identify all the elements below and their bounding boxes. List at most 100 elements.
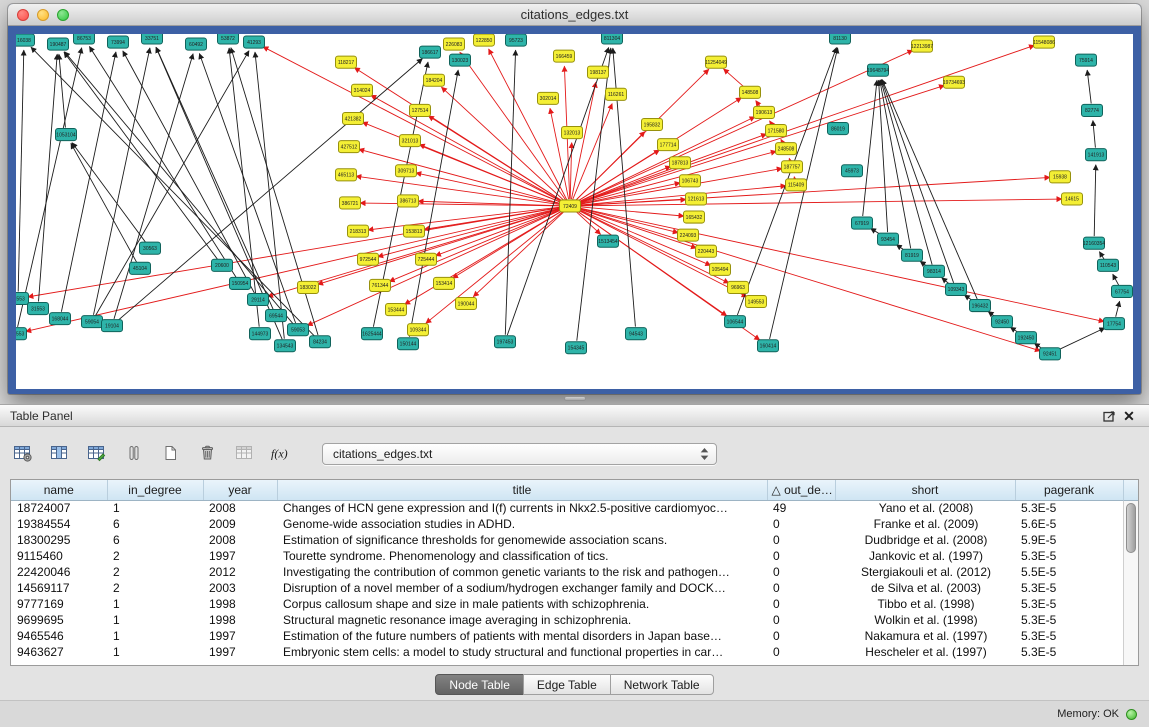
graph-node[interactable]: 386721 [340,197,361,209]
graph-node[interactable]: 81130 [830,34,851,44]
table-row[interactable]: 946554611997Estimation of the future num… [11,628,1123,644]
graph-node[interactable]: 196432 [970,299,991,311]
graph-node[interactable]: 106743 [680,175,701,187]
graph-node[interactable]: 69544 [266,310,287,322]
table-vertical-scrollbar[interactable] [1123,501,1138,665]
graph-node[interactable]: 72409 [560,200,581,212]
float-panel-button[interactable] [1099,408,1119,424]
graph-node[interactable]: 160414 [758,340,779,352]
tab-edge-table[interactable]: Edge Table [523,674,611,695]
graph-node[interactable]: 67919 [852,217,873,229]
graph-node[interactable]: 19648794 [867,64,889,76]
graph-edge[interactable] [31,47,315,337]
graph-node[interactable]: 127514 [410,104,431,116]
column-header-year[interactable]: year [203,480,277,500]
graph-node[interactable]: 314024 [352,84,373,96]
graph-edge[interactable] [71,143,137,262]
graph-node[interactable]: 93454 [878,233,899,245]
graph-node[interactable]: 19734693 [943,76,965,88]
graph-node[interactable]: 465113 [336,169,357,181]
graph-node[interactable]: 811304 [602,34,623,44]
close-window-button[interactable] [17,9,29,21]
graph-node[interactable]: 190613 [754,106,775,118]
graph-node[interactable]: 122850 [474,34,495,46]
graph-edge[interactable] [416,173,563,205]
graph-edge[interactable] [1087,70,1091,103]
graph-node[interactable]: 197453 [495,336,516,348]
graph-node[interactable]: 144973 [250,328,271,340]
graph-node[interactable]: 94543 [626,328,647,340]
graph-node[interactable]: 105494 [710,263,731,275]
tab-network-table[interactable]: Network Table [610,674,714,695]
graph-node[interactable]: 309713 [396,165,417,177]
graph-node[interactable]: 110543 [1098,259,1119,271]
graph-edge[interactable] [359,149,564,204]
graph-node[interactable]: 12160354 [1083,237,1105,249]
graph-node[interactable]: 972544 [358,253,379,265]
graph-node[interactable]: 86753 [74,34,95,44]
graph-edge[interactable] [389,209,563,282]
graph-edge[interactable] [1093,120,1096,147]
graph-node[interactable]: 1625444 [362,328,383,340]
table-row[interactable]: 1938455462009Genome-wide association stu… [11,516,1123,532]
graph-edge[interactable] [756,101,760,107]
graph-node[interactable]: 248508 [776,143,797,155]
column-header-short[interactable]: short [835,480,1015,500]
graph-node[interactable]: 153444 [386,304,407,316]
edit-columns-button[interactable] [84,442,109,467]
graph-node[interactable]: 82774 [1082,104,1103,116]
graph-node[interactable]: 154345 [566,342,587,354]
graph-edge[interactable] [61,52,116,312]
graph-node[interactable]: 1513454 [598,235,619,247]
graph-node[interactable]: 98314 [924,265,945,277]
table-row[interactable]: 946362711997Embryonic stem cells: a mode… [11,644,1123,660]
graph-edge[interactable] [577,199,1062,206]
graph-node[interactable]: 149553 [746,295,767,307]
graph-node[interactable]: 109344 [408,324,429,336]
graph-node[interactable]: 168044 [50,313,71,325]
graph-node[interactable]: 33751 [142,34,163,44]
graph-edge[interactable] [880,80,911,248]
graph-node[interactable]: 116261 [606,88,627,100]
graph-edge[interactable] [307,209,563,326]
graph-node[interactable]: 45104 [130,262,151,274]
graph-edge[interactable] [879,80,888,232]
panel-splitter[interactable] [0,394,1149,404]
graph-node[interactable]: 75914 [1076,54,1097,66]
graph-node[interactable]: 220443 [696,245,717,257]
table-row[interactable]: 2242004622012Investigating the contribut… [11,564,1123,580]
graph-node[interactable]: 183022 [298,281,319,293]
graph-edge[interactable] [426,210,565,323]
graph-edge[interactable] [570,143,572,199]
graph-node[interactable]: 177714 [658,139,679,151]
graph-edge[interactable] [123,51,255,293]
graph-edge[interactable] [571,82,596,199]
graph-node[interactable]: 14615 [1062,193,1083,205]
graph-edge[interactable] [96,51,250,316]
graph-node[interactable]: 321013 [400,135,421,147]
create-column-button[interactable] [158,442,183,467]
graph-node[interactable]: 121613 [686,193,707,205]
graph-node[interactable]: 198137 [588,66,609,78]
graph-node[interactable]: 92450 [992,316,1013,328]
graph-node[interactable]: 421382 [343,112,364,124]
import-table-button[interactable] [232,442,257,467]
graph-node[interactable]: 184204 [424,74,445,86]
graph-node[interactable]: 81919 [902,249,923,261]
graph-node[interactable]: 153414 [434,277,455,289]
graph-node[interactable]: 59053 [288,324,309,336]
graph-node[interactable]: 226083 [444,38,465,50]
graph-node[interactable]: 150954 [230,277,251,289]
graph-node[interactable]: 427512 [339,141,360,153]
minimize-window-button[interactable] [37,9,49,21]
row-tools-button[interactable] [121,442,146,467]
graph-node[interactable]: 12213987 [911,40,933,52]
graph-edge[interactable] [789,158,790,160]
close-panel-button[interactable]: ✕ [1119,408,1139,424]
graph-node[interactable]: 96963 [728,281,749,293]
graph-node[interactable]: 11553 [16,292,29,304]
tab-node-table[interactable]: Node Table [435,674,524,695]
graph-node[interactable]: 15938 [1050,171,1071,183]
graph-node[interactable]: 60492 [186,38,207,50]
graph-node[interactable]: 190044 [456,297,477,309]
